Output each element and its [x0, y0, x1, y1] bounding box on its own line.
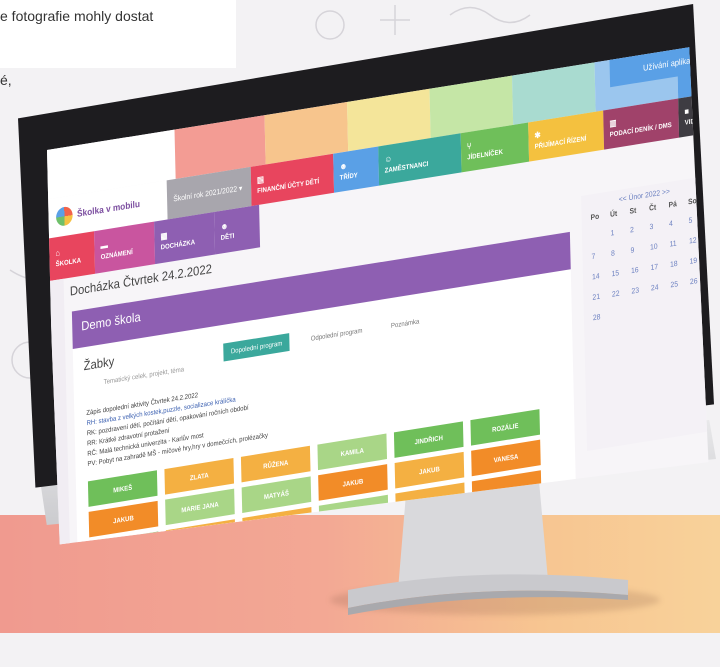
- child-card[interactable]: MIKEŠ: [88, 470, 158, 507]
- calendar-day[interactable]: 16: [631, 263, 651, 275]
- nav-item-label: TŘÍDY: [340, 171, 358, 182]
- users-icon: ☻: [339, 162, 347, 172]
- calendar-day[interactable]: 18: [670, 257, 690, 269]
- nav-item-children[interactable]: ☻DĚTI: [214, 205, 260, 255]
- weekday-label: St: [630, 204, 650, 216]
- calendar-day[interactable]: 11: [669, 237, 689, 249]
- star-icon: ✱: [534, 131, 540, 141]
- tab-afternoon-program[interactable]: Odpolední program: [303, 320, 370, 349]
- calendar-day: [591, 229, 611, 241]
- nav-item-label: ŠKOLKA: [56, 256, 82, 268]
- tab-morning-program[interactable]: Dopolední program: [223, 333, 290, 361]
- child-card[interactable]: MATYÁŠ: [242, 476, 312, 513]
- calendar-day[interactable]: 22: [612, 287, 632, 299]
- calendar-day[interactable]: 1: [610, 226, 630, 238]
- calendar-day[interactable]: 3: [649, 219, 669, 231]
- nav-item-home[interactable]: ⌂ŠKOLKA: [49, 231, 95, 281]
- calendar-day[interactable]: 7: [591, 249, 611, 261]
- calendar-day[interactable]: 23: [631, 284, 651, 296]
- calendar-day[interactable]: 8: [611, 246, 631, 258]
- group-name: Žabky: [84, 354, 115, 373]
- caption-line-1: e fotografie mohly dostat: [0, 8, 153, 24]
- calendar-day[interactable]: 28: [593, 310, 613, 322]
- weekday-label: Po: [591, 210, 611, 222]
- weekday-label: Út: [610, 207, 630, 219]
- child-card[interactable]: MARIE JANA: [165, 489, 235, 526]
- child-card[interactable]: JAKUB: [89, 501, 159, 538]
- weekday-label: Čt: [649, 201, 669, 213]
- caption-box: e fotografie mohly dostat é,: [0, 0, 236, 68]
- child-card[interactable]: JAKUB: [318, 464, 388, 501]
- child-card[interactable]: VANESA: [471, 440, 541, 477]
- nav-item-label: PODACÍ DENÍK / DMS: [610, 120, 672, 138]
- child-card[interactable]: ZLATA: [164, 458, 234, 495]
- calendar-icon: ▦: [160, 232, 167, 242]
- message-icon: ▬: [100, 241, 108, 251]
- logo-icon: [56, 206, 73, 227]
- fork-knife-icon: ⑂: [467, 142, 472, 151]
- child-card[interactable]: RŮŽENA: [241, 446, 311, 483]
- calendar-day[interactable]: 24: [651, 281, 671, 293]
- tab-note[interactable]: Poznámka: [383, 311, 427, 336]
- child-card[interactable]: JAKUB: [395, 452, 465, 489]
- nav-item-label: FINANČNÍ ÚČTY DĚTÍ: [257, 177, 319, 195]
- document-icon: ▥: [609, 119, 616, 129]
- calendar-day[interactable]: 9: [630, 243, 650, 255]
- calendar-day[interactable]: 10: [650, 240, 670, 252]
- school-year-label: Školní rok 2021/2022: [173, 184, 237, 203]
- children-icon: ☻: [220, 222, 228, 232]
- calendar-day[interactable]: 21: [592, 290, 612, 302]
- child-card[interactable]: ROZÁLIE: [470, 409, 540, 446]
- calendar-day[interactable]: 2: [630, 223, 650, 235]
- calendar-day[interactable]: 17: [650, 260, 670, 272]
- program-tabs: Dopolední program Odpolední program Pozn…: [223, 311, 427, 361]
- logo-text: Školka v mobilu: [77, 199, 140, 219]
- calendar-day[interactable]: 4: [669, 216, 689, 228]
- theme-label: Tematický celek, projekt, téma: [104, 365, 185, 386]
- calendar-day[interactable]: 14: [592, 270, 612, 282]
- nav-item-label: PŘIJÍMACÍ ŘÍZENÍ: [535, 134, 587, 150]
- video-icon: ■: [684, 107, 689, 116]
- child-card[interactable]: JINDŘICH: [394, 421, 464, 458]
- calendar-day[interactable]: 15: [611, 266, 631, 278]
- child-card[interactable]: KAMILA: [317, 434, 387, 471]
- panel-title: Demo škola: [81, 310, 141, 334]
- weekday-label: Pá: [669, 198, 689, 210]
- caption-line-2: é,: [0, 72, 12, 88]
- smile-icon: ☺: [384, 155, 392, 165]
- wallet-icon: ▤: [257, 175, 264, 185]
- home-icon: ⌂: [55, 249, 60, 258]
- nav-item-label: DĚTI: [221, 231, 235, 241]
- calendar-day[interactable]: 25: [670, 278, 690, 290]
- nav-item-label: JÍDELNÍČEK: [467, 147, 503, 160]
